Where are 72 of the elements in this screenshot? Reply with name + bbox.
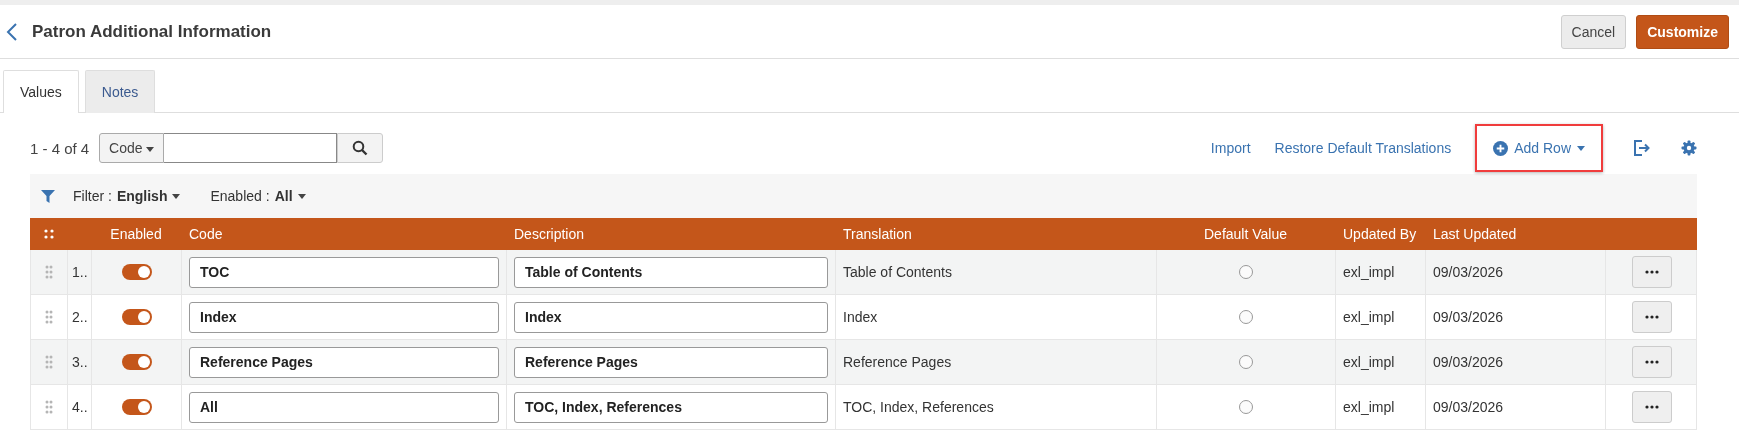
row-number: 1.. (72, 264, 88, 280)
description-field[interactable]: Table of Contents (514, 256, 828, 288)
filter-dropdown[interactable]: Filter : English (67, 187, 187, 205)
column-header: Last Updated (1432, 225, 1518, 244)
table-cell: 09/03/2026 (1433, 264, 1504, 280)
enabled-toggle[interactable] (121, 264, 152, 280)
default-radio[interactable] (1239, 355, 1253, 369)
toolbar-link[interactable]: Restore Default Translations (1274, 140, 1452, 156)
code-field[interactable]: Index (189, 301, 499, 333)
more-icon (1645, 315, 1659, 319)
back-icon[interactable] (6, 21, 18, 42)
search-icon (352, 140, 369, 156)
code-field[interactable]: Reference Pages (189, 346, 499, 378)
column-header: Default Value (1203, 225, 1288, 244)
tab[interactable]: Values (3, 70, 79, 113)
table-cell: exl_impl (1343, 354, 1395, 370)
code-field[interactable]: TOC (189, 256, 499, 288)
settings-icon[interactable] (1681, 140, 1697, 156)
filter-icon (41, 189, 55, 203)
row-actions-button[interactable] (1632, 346, 1672, 378)
record-count: 1 - 4 of 4 (30, 139, 90, 157)
cancel-button[interactable]: Cancel (1560, 14, 1627, 49)
page-title: Patron Additional Information (32, 21, 272, 42)
search-field[interactable] (164, 133, 338, 163)
more-icon (1645, 360, 1659, 364)
column-header: Code (188, 225, 224, 244)
table-cell: 09/03/2026 (1433, 309, 1504, 325)
plus-circle-icon (1493, 140, 1509, 156)
drag-handle-icon[interactable] (45, 400, 53, 414)
search-button[interactable] (337, 133, 384, 163)
column-header: Description (513, 225, 586, 244)
table-cell: Index (843, 309, 878, 325)
row-actions-button[interactable] (1632, 391, 1672, 423)
enabled-toggle[interactable] (121, 309, 152, 325)
search-scope-dropdown[interactable]: Code (99, 133, 165, 163)
row-actions-button[interactable] (1632, 256, 1672, 288)
tab[interactable]: Notes (84, 70, 156, 113)
table-cell: exl_impl (1343, 309, 1395, 325)
column-header: Enabled (109, 225, 163, 244)
drag-handle-icon[interactable] (45, 310, 53, 324)
column-header: Updated By (1342, 225, 1418, 244)
enabled-toggle[interactable] (121, 354, 152, 370)
more-icon (1645, 405, 1659, 409)
row-number: 4.. (72, 399, 88, 415)
table-cell: Reference Pages (843, 354, 952, 370)
default-radio[interactable] (1239, 400, 1253, 414)
toolbar-link[interactable]: Import (1210, 140, 1251, 156)
more-icon (1645, 270, 1659, 274)
row-actions-button[interactable] (1632, 301, 1672, 333)
export-icon[interactable] (1633, 140, 1651, 156)
code-field[interactable]: All (189, 391, 499, 423)
customize-button[interactable]: Customize (1636, 14, 1729, 49)
table-cell: 09/03/2026 (1433, 399, 1504, 415)
table-cell: 09/03/2026 (1433, 354, 1504, 370)
table-cell: exl_impl (1343, 399, 1395, 415)
enabled-toggle[interactable] (121, 399, 152, 415)
filter-dropdown[interactable]: Enabled : All (204, 187, 312, 205)
row-number: 3.. (72, 354, 88, 370)
column-header: Translation (842, 225, 913, 244)
description-field[interactable]: Reference Pages (514, 346, 828, 378)
default-radio[interactable] (1239, 265, 1253, 279)
drag-handle-icon[interactable] (45, 265, 53, 279)
row-number: 2.. (72, 309, 88, 325)
drag-handle-icon[interactable] (45, 355, 53, 369)
table-cell: Table of Contents (843, 264, 952, 280)
default-radio[interactable] (1239, 310, 1253, 324)
table-cell: TOC, Index, References (843, 399, 994, 415)
description-field[interactable]: Index (514, 301, 828, 333)
table-cell: exl_impl (1343, 264, 1395, 280)
column-picker-icon[interactable] (43, 229, 54, 239)
add-row-button[interactable]: Add Row (1475, 124, 1603, 172)
description-field[interactable]: TOC, Index, References (514, 391, 828, 423)
